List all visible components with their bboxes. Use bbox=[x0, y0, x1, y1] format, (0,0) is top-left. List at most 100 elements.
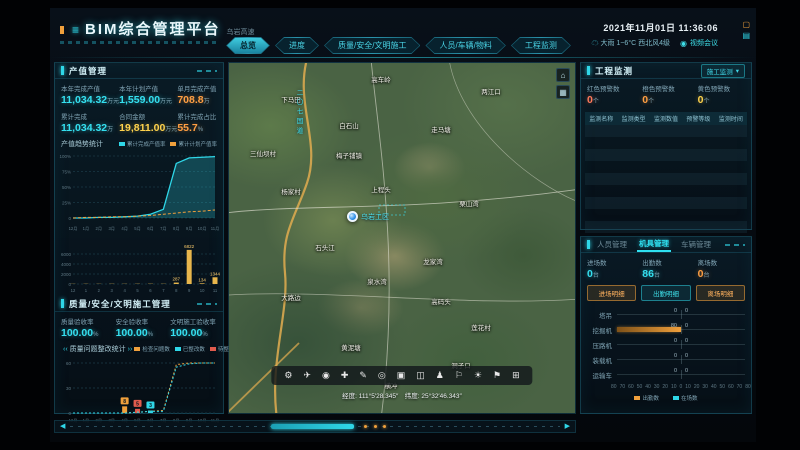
svg-text:10月: 10月 bbox=[198, 226, 207, 232]
output-panel-title: 产值管理 bbox=[69, 65, 107, 77]
tab-machinery-mgmt[interactable]: 机具管理 bbox=[637, 237, 671, 252]
map-place-label: 龙家湾 bbox=[423, 256, 443, 266]
chainage-track[interactable] bbox=[70, 423, 559, 430]
map-place-label: 莲花村 bbox=[471, 322, 491, 332]
svg-text:3月: 3月 bbox=[108, 226, 115, 232]
machinery-type-label: 塔吊 bbox=[587, 310, 614, 320]
machinery-type-label: 压路机 bbox=[587, 340, 614, 350]
chainage-prev-button[interactable]: ◀ bbox=[60, 423, 65, 430]
stat-quality-rate: 质量验收率100.00% bbox=[61, 316, 116, 339]
pyramid-row: 压路机00 bbox=[587, 337, 745, 352]
site-marker[interactable]: 乌岩工区 bbox=[347, 211, 389, 222]
chainage-slider: ◀ ▶ bbox=[54, 420, 576, 433]
compass-icon[interactable]: ◎ bbox=[378, 371, 386, 380]
stat-on-duty: 出勤数86台 bbox=[642, 257, 697, 280]
settings-icon[interactable]: ⚙ bbox=[284, 371, 292, 380]
map-roads bbox=[229, 63, 576, 414]
issue-chart-next-button[interactable]: ›› bbox=[126, 346, 135, 353]
map-place-label: 泉水湾 bbox=[367, 276, 387, 286]
stat-red-alarms: 红色预警数0个 bbox=[587, 83, 642, 106]
menu-icon[interactable]: ▤ bbox=[742, 32, 750, 40]
svg-text:5: 5 bbox=[136, 401, 139, 407]
main-nav: 总览 进度 质量/安全/文明施工 人员/车辆/物料 工程监测 bbox=[226, 37, 571, 54]
pan-icon[interactable]: ✚ bbox=[341, 371, 349, 380]
monitoring-col-header: 监测时间 bbox=[715, 114, 747, 123]
svg-text:12月: 12月 bbox=[69, 226, 78, 232]
stat-year-plan: 本年计划产值1,559.00万元 bbox=[119, 83, 177, 106]
machinery-type-label: 运输车 bbox=[587, 370, 614, 380]
mark-icon[interactable]: ⚐ bbox=[455, 371, 463, 380]
map-place-label: 三仙坝村 bbox=[250, 148, 276, 158]
stat-contract-amount: 合同金额19,811.00万元 bbox=[119, 111, 177, 134]
trend-legend: 累计完成产值率 累计计划产值率 bbox=[119, 140, 217, 148]
svg-text:4月: 4月 bbox=[121, 226, 128, 232]
map-view[interactable]: 高车岭两江口下马田白石山走马塘三仙坝村梅子铺镇杨家村上程头栗山湾石头江龙家湾泉水… bbox=[228, 62, 576, 414]
pyramid-row: 挖掘机800 bbox=[587, 322, 745, 337]
chainage-marker-dot bbox=[364, 425, 367, 428]
monitoring-col-header: 预警等级 bbox=[682, 114, 714, 123]
output-stats: 本年完成产值11,034.32万元 本年计划产值1,559.00万元 单月完成产… bbox=[55, 79, 223, 137]
map-place-label: 上程头 bbox=[371, 184, 391, 194]
roam-icon[interactable]: ♟ bbox=[436, 371, 444, 380]
svg-text:8: 8 bbox=[175, 288, 178, 293]
split-icon[interactable]: ◫ bbox=[416, 371, 425, 380]
view-icon[interactable]: ◉ bbox=[322, 371, 330, 380]
stat-year-done: 本年完成产值11,034.32万元 bbox=[61, 83, 119, 106]
tab-overview[interactable]: 总览 bbox=[226, 37, 270, 54]
monitoring-table-row bbox=[585, 125, 747, 137]
entered-detail-button[interactable]: 进场明细 bbox=[587, 285, 636, 301]
map-place-label: 黄泥塘 bbox=[341, 342, 361, 352]
issue-legend: 检查问题数 已整改数 待整改数 bbox=[134, 345, 240, 353]
flag-icon[interactable]: ⚑ bbox=[493, 371, 501, 380]
issue-chart-prev-button[interactable]: ‹‹ bbox=[61, 346, 70, 353]
tab-personnel-vehicle[interactable]: 人员/车辆/物料 bbox=[425, 37, 505, 54]
map-place-label: 梅子铺镇 bbox=[336, 150, 362, 160]
svg-text:5: 5 bbox=[136, 288, 139, 293]
chainage-next-button[interactable]: ▶ bbox=[565, 423, 570, 430]
monitoring-type-dropdown[interactable]: 施工监测▾ bbox=[701, 64, 745, 78]
svg-text:30: 30 bbox=[66, 386, 72, 391]
pyramid-row: 装载机00 bbox=[587, 352, 745, 367]
stat-left: 离场数0台 bbox=[698, 257, 745, 280]
light-icon[interactable]: ☀ bbox=[474, 371, 482, 380]
svg-text:7: 7 bbox=[162, 288, 165, 293]
tab-vehicle-mgmt[interactable]: 车辆管理 bbox=[679, 238, 713, 251]
model-icon[interactable]: ▣ bbox=[397, 371, 406, 380]
fullscreen-icon[interactable]: ▢ bbox=[742, 21, 750, 29]
logo-bars-icon: ≡ bbox=[72, 23, 79, 37]
header-deco-ticks bbox=[60, 41, 220, 44]
tab-quality-safety[interactable]: 质量/安全/文明施工 bbox=[324, 37, 420, 54]
brand: ≡ BIM综合管理平台 乌岩高速 bbox=[60, 18, 255, 39]
monitoring-col-header: 监测类型 bbox=[617, 114, 649, 123]
machinery-type-label: 挖掘机 bbox=[587, 325, 614, 335]
map-coordinates: 经度: 111°5′28.345″ 纬度: 25°32′46.343″ bbox=[342, 390, 462, 400]
monitoring-table-row bbox=[585, 173, 747, 185]
video-conference-button[interactable]: ◉视频会议 bbox=[680, 38, 718, 48]
svg-text:50%: 50% bbox=[62, 185, 71, 190]
trend-chart-title: 产值趋势统计 bbox=[61, 139, 103, 149]
svg-text:0: 0 bbox=[68, 411, 71, 416]
stat-safety-rate: 安全验收率100.00% bbox=[116, 316, 171, 339]
left-detail-button[interactable]: 离场明细 bbox=[696, 285, 745, 301]
uav-icon[interactable]: ✈ bbox=[303, 371, 311, 380]
map-home-button[interactable]: ⌂ bbox=[556, 68, 570, 82]
site-pin-icon bbox=[347, 211, 358, 222]
tab-monitoring[interactable]: 工程监测 bbox=[511, 37, 571, 54]
grid-icon[interactable]: ⊞ bbox=[512, 371, 520, 380]
chainage-active-segment[interactable] bbox=[271, 424, 354, 429]
tab-progress[interactable]: 进度 bbox=[275, 37, 319, 54]
svg-text:4: 4 bbox=[123, 288, 126, 293]
map-layers-button[interactable]: ▦ bbox=[556, 85, 570, 99]
svg-text:6000: 6000 bbox=[61, 252, 72, 257]
monthly-output-bar-chart: 6000400020000287682213413441212345678910… bbox=[55, 242, 223, 296]
measure-icon[interactable]: ✎ bbox=[359, 371, 367, 380]
map-place-label: 栗山湾 bbox=[459, 198, 479, 208]
machinery-stats: 进场数0台 出勤数86台 离场数0台 bbox=[581, 253, 751, 283]
monitoring-table-row bbox=[585, 137, 747, 149]
tab-personnel-mgmt[interactable]: 人员管理 bbox=[595, 238, 629, 251]
map-place-label: 石头江 bbox=[315, 242, 335, 252]
monitoring-panel: 工程监测 施工监测▾ 红色预警数0个 橙色预警数0个 黄色预警数0个 监测名称监… bbox=[580, 62, 752, 230]
on-duty-detail-button[interactable]: 出勤明细 bbox=[641, 285, 690, 301]
monitoring-stats: 红色预警数0个 橙色预警数0个 黄色预警数0个 bbox=[581, 79, 751, 109]
svg-text:60: 60 bbox=[66, 361, 72, 366]
